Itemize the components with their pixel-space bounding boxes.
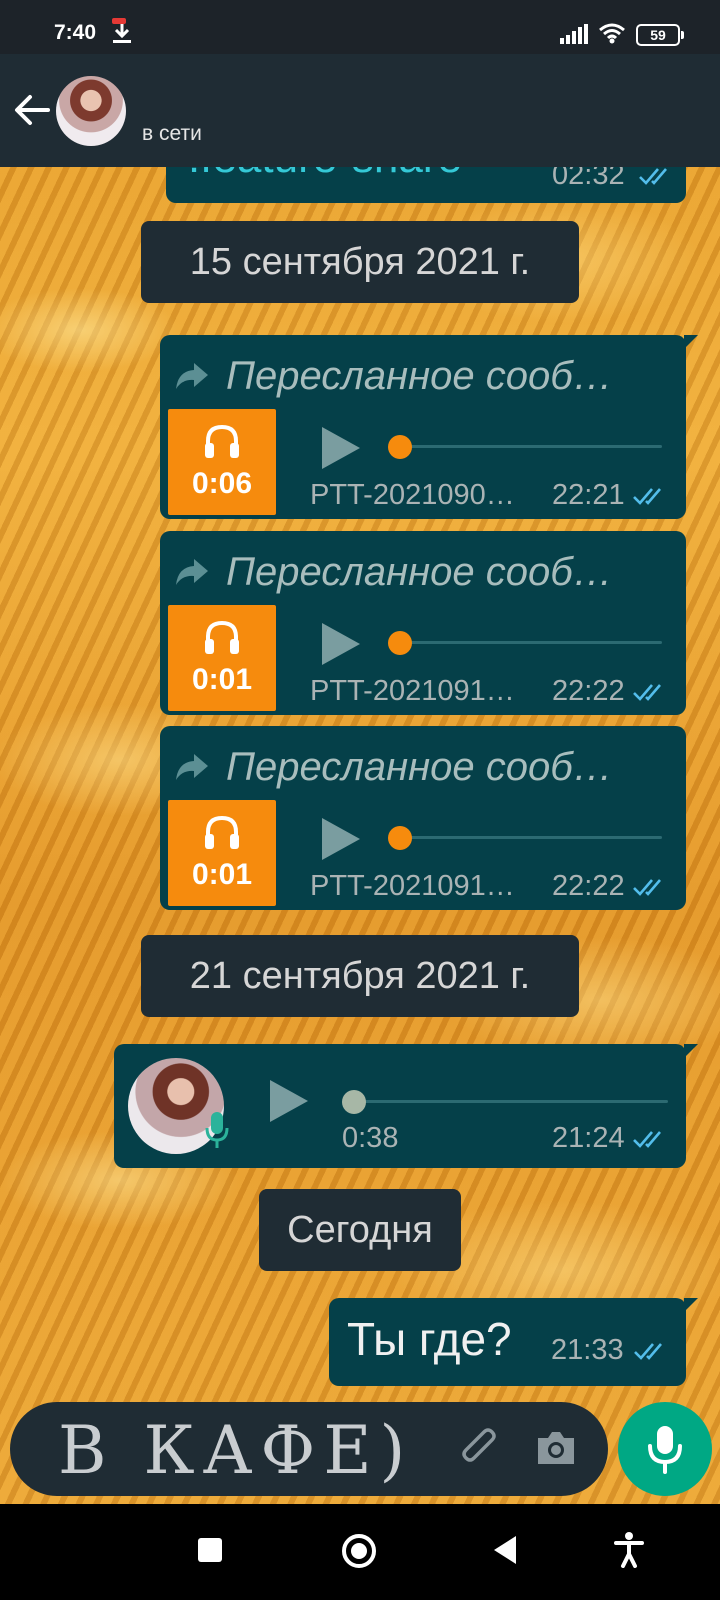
- signal-icon: [560, 24, 588, 44]
- voice-message[interactable]: 0:38 21:24: [114, 1044, 698, 1168]
- accessibility-icon[interactable]: [614, 1532, 644, 1568]
- forwarded-header: Пересланное сооб…: [174, 351, 613, 401]
- audio-seek-knob[interactable]: [388, 631, 412, 655]
- double-check-icon: [633, 879, 661, 896]
- double-check-icon: [634, 1343, 662, 1360]
- forwarded-header: Пересланное сооб…: [174, 547, 613, 597]
- forwarded-label: Пересланное сооб…: [226, 744, 613, 789]
- audio-progress-track[interactable]: [350, 1100, 668, 1103]
- message-bubble[interactable]: !feature-share 02:32: [166, 167, 686, 203]
- headphone-icon: [205, 815, 239, 849]
- status-time: 7:40: [54, 21, 97, 44]
- forwarded-audio-message[interactable]: Пересланное сооб… 0:01 PTT-2021091… 22:2…: [160, 531, 686, 715]
- audio-file-name: PTT-2021090…: [310, 479, 515, 511]
- audio-seek-knob[interactable]: [388, 826, 412, 850]
- audio-progress-track[interactable]: [396, 641, 662, 644]
- recents-icon[interactable]: [198, 1538, 222, 1562]
- mic-icon: [205, 1112, 229, 1148]
- forwarded-label: Пересланное сооб…: [226, 549, 613, 594]
- battery-level: 59: [650, 27, 666, 43]
- message-time: 21:33: [551, 1334, 624, 1366]
- double-check-icon: [633, 684, 661, 701]
- headphone-icon: [205, 424, 239, 458]
- forwarded-audio-message[interactable]: Пересланное сооб… 0:01 PTT-2021091… 22:2…: [160, 726, 686, 910]
- download-icon: [112, 18, 131, 43]
- audio-duration: 0:01: [191, 858, 253, 891]
- audio-seek-knob[interactable]: [388, 435, 412, 459]
- forwarded-label: Пересланное сооб…: [226, 353, 613, 398]
- audio-file-name: PTT-2021091…: [310, 675, 515, 707]
- audio-seek-knob[interactable]: [342, 1090, 366, 1114]
- audio-thumbnail: 0:01: [168, 800, 276, 906]
- double-check-icon: [633, 1131, 661, 1148]
- date-label: 21 сентября 2021 г.: [189, 954, 531, 997]
- message-time: 22:22: [552, 870, 625, 902]
- camera-icon[interactable]: [534, 1428, 578, 1468]
- double-check-icon: [633, 488, 661, 505]
- message-list[interactable]: !feature-share 02:32 15 сентября 2021 г.…: [0, 167, 720, 1504]
- voice-duration: 0:38: [342, 1122, 399, 1154]
- contact-status: в сети: [142, 122, 202, 145]
- play-icon[interactable]: [268, 1078, 310, 1124]
- forward-icon: [176, 363, 208, 389]
- date-label: Сегодня: [287, 1208, 433, 1251]
- mic-icon: [648, 1426, 682, 1474]
- audio-thumbnail: 0:01: [168, 605, 276, 711]
- headphone-icon: [205, 620, 239, 654]
- play-icon[interactable]: [320, 621, 362, 667]
- home-icon[interactable]: [342, 1534, 376, 1568]
- chat-header[interactable]: в сети: [0, 54, 720, 167]
- date-label: 15 сентября 2021 г.: [189, 240, 531, 283]
- forward-icon: [176, 754, 208, 780]
- message-time: 21:24: [552, 1122, 625, 1154]
- forwarded-header: Пересланное сооб…: [174, 742, 613, 792]
- double-check-icon: [639, 168, 667, 185]
- date-separator: 15 сентября 2021 г.: [141, 221, 579, 303]
- text-message[interactable]: Ты где? 21:33: [329, 1298, 698, 1386]
- message-text: !feature-share: [188, 167, 462, 183]
- battery-icon: 59: [636, 24, 684, 46]
- message-input-text[interactable]: В КАФЕ): [58, 1412, 413, 1489]
- message-time: 22:21: [552, 479, 625, 511]
- message-time: 02:32: [552, 167, 625, 191]
- audio-duration: 0:01: [191, 663, 253, 696]
- forward-icon: [176, 559, 208, 585]
- paperclip-icon[interactable]: [458, 1428, 500, 1470]
- date-separator: 21 сентября 2021 г.: [141, 935, 579, 1017]
- message-time: 22:22: [552, 675, 625, 707]
- audio-duration: 0:06: [191, 467, 253, 500]
- audio-progress-track[interactable]: [396, 445, 662, 448]
- message-text: Ты где?: [347, 1313, 512, 1365]
- audio-progress-track[interactable]: [396, 836, 662, 839]
- play-icon[interactable]: [320, 425, 362, 471]
- back-icon[interactable]: [494, 1536, 516, 1564]
- audio-file-name: PTT-2021091…: [310, 870, 515, 902]
- message-input[interactable]: В КАФЕ): [10, 1402, 608, 1496]
- back-arrow-icon[interactable]: [12, 90, 52, 130]
- system-nav-bar: [0, 1504, 720, 1600]
- date-separator: Сегодня: [259, 1189, 461, 1271]
- audio-thumbnail: 0:06: [168, 409, 276, 515]
- contact-avatar[interactable]: [56, 76, 126, 146]
- play-icon[interactable]: [320, 816, 362, 862]
- status-bar: 7:40 59: [0, 0, 720, 54]
- record-voice-button[interactable]: [618, 1402, 712, 1496]
- wifi-icon: [599, 23, 625, 44]
- forwarded-audio-message[interactable]: Пересланное сооб… 0:06 PTT-2021090… 22:2…: [160, 335, 698, 519]
